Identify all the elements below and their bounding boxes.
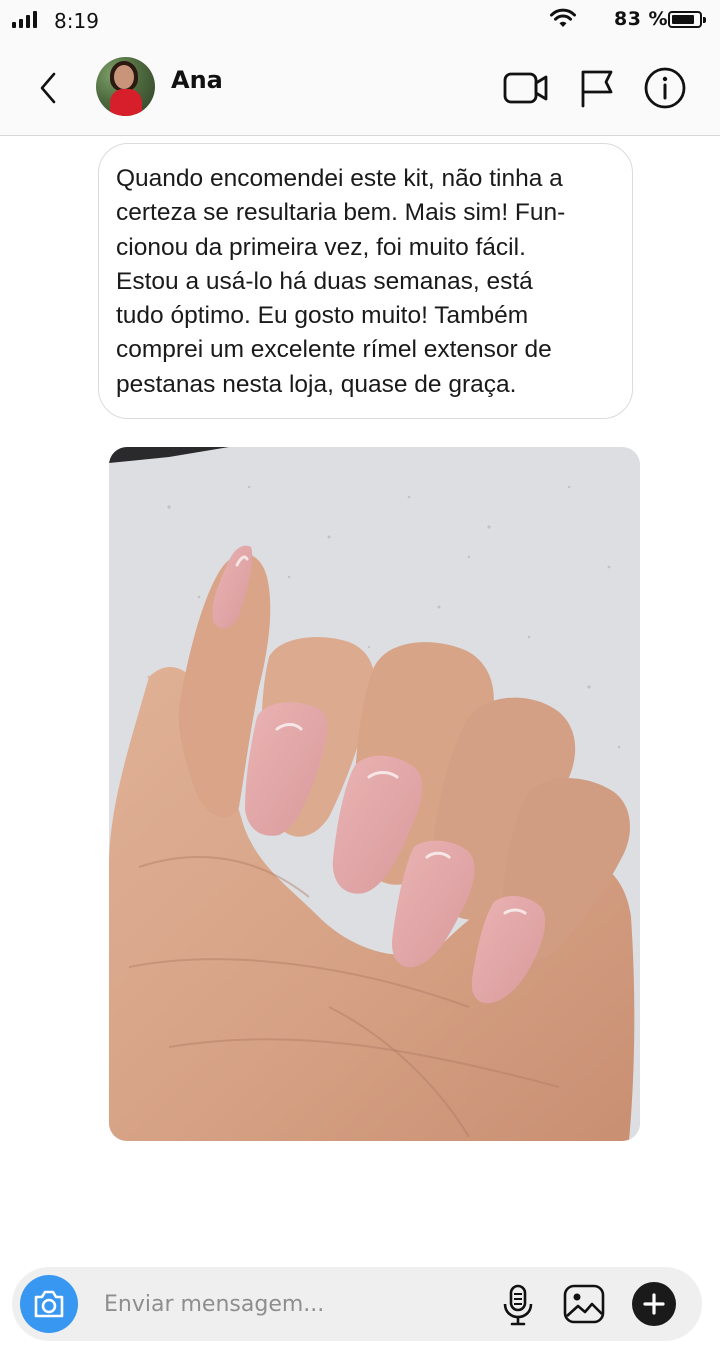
message-line: comprei um excelente rímel extensor de (116, 336, 552, 364)
message-line: tudo óptimo. Eu gosto muito! Também (116, 302, 529, 330)
signal-icon (12, 10, 37, 28)
message-line: cionou da primeira vez, foi muito fácil. (116, 233, 526, 261)
message-input[interactable] (104, 1284, 484, 1324)
microphone-icon[interactable] (502, 1284, 534, 1326)
message-composer (12, 1267, 702, 1341)
battery-percent: 83 % (614, 8, 669, 30)
info-icon[interactable] (644, 67, 686, 109)
message-line: Estou a usá-lo há duas semanas, está (116, 267, 533, 295)
message-line: certeza se resultaria bem. Mais sim! Fun… (116, 199, 566, 227)
message-line: pestanas nesta loja, quase de graça. (116, 370, 517, 398)
status-bar: 8:19 83 % (0, 0, 720, 40)
nails-photo (109, 447, 640, 1141)
battery-icon (668, 11, 706, 28)
avatar[interactable] (96, 57, 155, 116)
camera-button[interactable] (20, 1275, 78, 1333)
contact-name[interactable]: Ana (171, 66, 223, 94)
message-line: Quando encomendei este kit, não tinha a (116, 165, 563, 192)
camera-icon (34, 1290, 64, 1318)
photo-message[interactable] (109, 447, 640, 1141)
video-call-icon[interactable] (503, 70, 549, 106)
status-time: 8:19 (54, 9, 99, 33)
chat-header: Ana (0, 40, 720, 136)
add-button[interactable] (632, 1282, 676, 1326)
wifi-icon (550, 8, 576, 27)
back-icon[interactable] (34, 68, 64, 108)
message-text: Quando encomendei este kit, não tinha a … (116, 162, 616, 402)
gallery-icon[interactable] (563, 1284, 605, 1324)
message-bubble[interactable]: Quando encomendei este kit, não tinha a … (98, 143, 633, 419)
flag-icon[interactable] (579, 68, 615, 108)
plus-icon (643, 1293, 665, 1315)
